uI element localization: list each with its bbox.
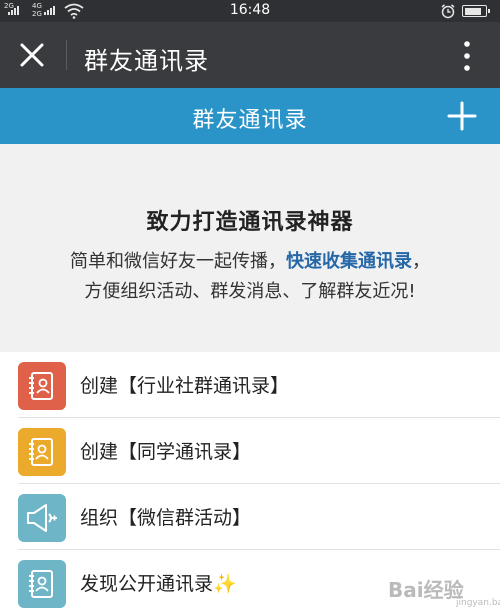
- sparkle-icon: ✨: [213, 573, 237, 595]
- menu-icon-box: [18, 362, 66, 410]
- menu-item-label: 组织【微信群活动】: [80, 507, 252, 529]
- menu-item-create-classmate-directory[interactable]: 创建【同学通讯录】: [0, 418, 500, 484]
- alarm-clock-icon: [441, 4, 455, 19]
- contact-book-icon: [29, 372, 53, 400]
- menu-item-label: 创建【同学通讯录】: [80, 441, 252, 463]
- close-icon: [20, 43, 44, 67]
- watermark-subtext: jingyan.baidu.com: [456, 598, 500, 608]
- webview-header: 群友通讯录: [0, 22, 500, 88]
- more-options-button[interactable]: [452, 38, 482, 74]
- hero-section: 致力打造通讯录神器 简单和微信好友一起传播，快速收集通讯录， 方便组织活动、群发…: [0, 144, 500, 352]
- webview-title: 群友通讯录: [84, 47, 209, 75]
- baidu-watermark: Bai经验 jingyan.baidu.com: [384, 560, 500, 615]
- menu-icon-box: [18, 494, 66, 542]
- app-header: 群友通讯录: [0, 88, 500, 144]
- header-divider: [66, 40, 67, 70]
- menu-item-organize-group-activity[interactable]: 组织【微信群活动】: [0, 484, 500, 550]
- add-button[interactable]: [442, 98, 482, 134]
- menu-item-label: 创建【行业社群通讯录】: [80, 375, 290, 397]
- hero-highlight: 快速收集通讯录: [286, 251, 412, 272]
- hero-line-2: 方便组织活动、群发消息、了解群友近况!: [84, 281, 416, 302]
- plus-icon: [447, 101, 477, 131]
- app-title: 群友通讯录: [192, 108, 308, 133]
- contact-book-icon: [29, 570, 53, 598]
- status-bar: 2G 4G 2G 16:48: [0, 0, 500, 22]
- close-button[interactable]: [12, 35, 52, 75]
- hero-line-1: 简单和微信好友一起传播，快速收集通讯录，: [0, 247, 500, 273]
- menu-icon-box: [18, 560, 66, 608]
- hero-title: 致力打造通讯录神器: [146, 210, 354, 235]
- more-vertical-icon: [464, 41, 470, 71]
- status-time: 16:48: [229, 2, 271, 18]
- menu-item-create-industry-directory[interactable]: 创建【行业社群通讯录】: [0, 352, 500, 418]
- menu-item-label-text: 发现公开通讯录: [80, 573, 214, 595]
- watermark-text: Bai经验: [388, 578, 464, 602]
- battery-icon: [462, 5, 490, 17]
- contact-book-icon: [29, 438, 53, 466]
- megaphone-icon: [27, 504, 57, 532]
- menu-item-label: 发现公开通讯录✨: [80, 569, 237, 596]
- hero-line-1-end: ，: [412, 251, 430, 272]
- menu-icon-box: [18, 428, 66, 476]
- hero-line-1-text: 简单和微信好友一起传播，: [70, 251, 286, 272]
- battery-level: [464, 7, 481, 15]
